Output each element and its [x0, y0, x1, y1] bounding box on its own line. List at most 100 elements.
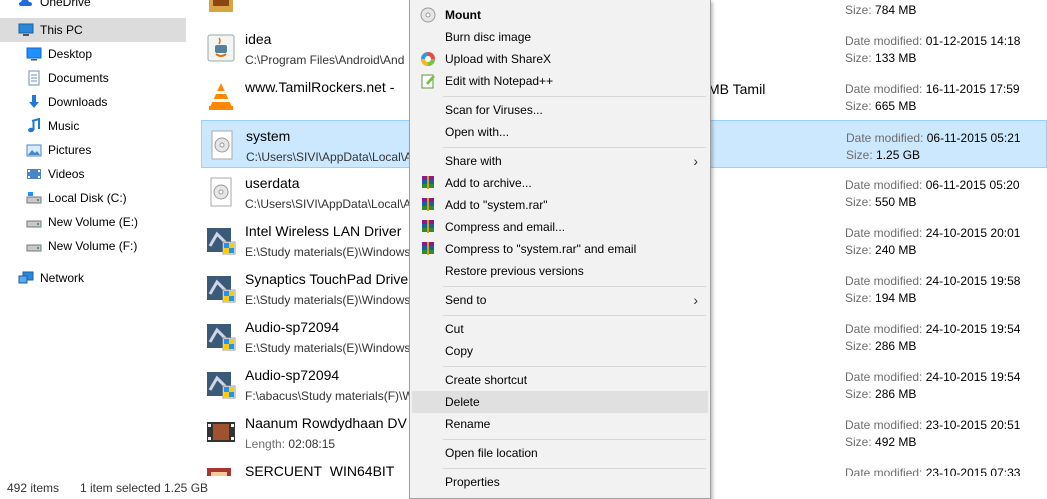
file-name: Audio-sp72094	[245, 319, 340, 335]
size-label: Size:	[845, 243, 872, 257]
nav-item-desktop[interactable]: Desktop	[0, 42, 186, 66]
nav-item-music[interactable]: Music	[0, 114, 186, 138]
java-icon	[205, 32, 237, 64]
menu-item-add-to-system-rar[interactable]: Add to "system.rar"	[412, 194, 708, 216]
file-name: system	[246, 128, 291, 144]
video-icon	[205, 416, 237, 448]
file-date: Date modified: 23-10-2015 07:33	[845, 466, 1020, 476]
file-size: Size: 133 MB	[845, 51, 916, 65]
menu-item-add-to-archive[interactable]: Add to archive...	[412, 172, 708, 194]
file-size: Size: 194 MB	[845, 291, 916, 305]
nav-label: New Volume (F:)	[48, 239, 138, 253]
nav-label: This PC	[40, 23, 83, 37]
size-label: Size:	[846, 148, 873, 162]
menu-item-open-file-location[interactable]: Open file location	[412, 442, 708, 464]
installer-icon	[205, 224, 237, 256]
nav-item-local-disk-c[interactable]: Local Disk (C:)	[0, 186, 186, 210]
menu-item-share-with[interactable]: Share with ›	[412, 150, 708, 172]
submenu-arrow-icon: ›	[693, 292, 698, 308]
menu-label: Cut	[445, 322, 464, 336]
menu-separator	[443, 315, 706, 316]
cloud-icon	[18, 0, 34, 10]
nav-item-network[interactable]: Network	[0, 266, 186, 290]
winrar-icon	[420, 219, 436, 235]
file-size: Size: 550 MB	[845, 195, 916, 209]
menu-label: Burn disc image	[445, 30, 532, 44]
menu-item-cut[interactable]: Cut	[412, 318, 708, 340]
date-label: Date modified:	[845, 226, 923, 240]
file-size: Size: 240 MB	[845, 243, 916, 257]
size-value: 665 MB	[875, 99, 917, 113]
drive-icon	[26, 214, 42, 230]
menu-item-open-with[interactable]: Open with...	[412, 121, 708, 143]
file-date: Date modified: 24-10-2015 19:58	[845, 274, 1020, 288]
date-label: Date modified:	[845, 34, 923, 48]
menu-item-mount[interactable]: Mount	[412, 4, 708, 26]
date-value: 23-10-2015 07:33	[925, 466, 1021, 476]
size-value: 286 MB	[875, 339, 917, 353]
nav-item-volume-e[interactable]: New Volume (E:)	[0, 210, 186, 234]
sharex-icon	[420, 51, 436, 67]
menu-label: Delete	[445, 395, 480, 409]
nav-item-volume-f[interactable]: New Volume (F:)	[0, 234, 186, 258]
menu-item-burn-disc-image[interactable]: Burn disc image	[412, 26, 708, 48]
size-label: Size:	[845, 3, 872, 17]
menu-item-upload-sharex[interactable]: Upload with ShareX	[412, 48, 708, 70]
size-value: 784 MB	[875, 3, 917, 17]
file-name-overflow: MB Tamil	[708, 81, 766, 97]
nav-item-downloads[interactable]: Downloads	[0, 90, 186, 114]
notepad-icon	[420, 73, 436, 89]
menu-item-compress-to-rar-email[interactable]: Compress to "system.rar" and email	[412, 238, 708, 260]
date-value: 24-10-2015 19:58	[925, 274, 1021, 288]
file-size: Size: 784 MB	[845, 3, 916, 17]
menu-item-delete[interactable]: Delete	[412, 391, 708, 413]
file-date: Date modified: 24-10-2015 19:54	[845, 322, 1020, 336]
nav-label: Network	[40, 271, 85, 285]
date-label: Date modified:	[845, 370, 923, 384]
folder-image-icon	[205, 0, 237, 16]
videos-icon	[26, 166, 42, 182]
nav-item-pictures[interactable]: Pictures	[0, 138, 186, 162]
length-label: Length:	[245, 437, 286, 451]
nav-item-this-pc[interactable]: This PC	[0, 18, 186, 42]
date-value: 06-11-2015 05:20	[925, 178, 1020, 192]
nav-label: New Volume (E:)	[48, 215, 139, 229]
date-value: 24-10-2015 19:54	[925, 370, 1021, 384]
disc-icon	[420, 7, 436, 23]
nav-label: Documents	[48, 71, 109, 85]
file-path: C:\Users\SIVI\AppData\Local\A	[246, 150, 413, 164]
menu-item-rename[interactable]: Rename	[412, 413, 708, 435]
size-value: 286 MB	[875, 387, 917, 401]
file-path: E:\Study materials(E)\Windows	[245, 293, 411, 307]
menu-label: Add to "system.rar"	[445, 198, 548, 212]
menu-item-properties[interactable]: Properties	[412, 471, 708, 493]
menu-item-copy[interactable]: Copy	[412, 340, 708, 362]
menu-item-edit-notepadpp[interactable]: Edit with Notepad++	[412, 70, 708, 92]
menu-separator	[443, 439, 706, 440]
nav-item-videos[interactable]: Videos	[0, 162, 186, 186]
menu-item-compress-email[interactable]: Compress and email...	[412, 216, 708, 238]
file-path: E:\Study materials(E)\Windows	[245, 245, 411, 259]
vlc-icon	[205, 80, 237, 112]
file-path: C:\Program Files\Android\And	[245, 53, 405, 67]
file-size: Size: 286 MB	[845, 387, 916, 401]
menu-item-send-to[interactable]: Send to ›	[412, 289, 708, 311]
menu-label: Create shortcut	[445, 373, 528, 387]
network-icon	[18, 270, 34, 286]
file-size: Size: 1.25 GB	[846, 148, 920, 162]
menu-item-restore-previous[interactable]: Restore previous versions	[412, 260, 708, 282]
menu-label: Compress and email...	[445, 220, 566, 234]
file-name: www.TamilRockers.net -	[245, 79, 395, 95]
menu-label: Properties	[445, 475, 500, 489]
menu-item-scan-viruses[interactable]: Scan for Viruses...	[412, 99, 708, 121]
date-label: Date modified:	[845, 322, 923, 336]
nav-item-onedrive[interactable]: OneDrive	[0, 0, 186, 14]
date-label: Date modified:	[845, 82, 923, 96]
nav-item-documents[interactable]: Documents	[0, 66, 186, 90]
file-path: C:\Users\SIVI\AppData\Local\A	[245, 197, 412, 211]
winrar-icon	[420, 241, 436, 257]
menu-item-create-shortcut[interactable]: Create shortcut	[412, 369, 708, 391]
installer-icon	[205, 272, 237, 304]
menu-label: Edit with Notepad++	[445, 74, 554, 88]
pane-divider[interactable]	[188, 0, 189, 476]
